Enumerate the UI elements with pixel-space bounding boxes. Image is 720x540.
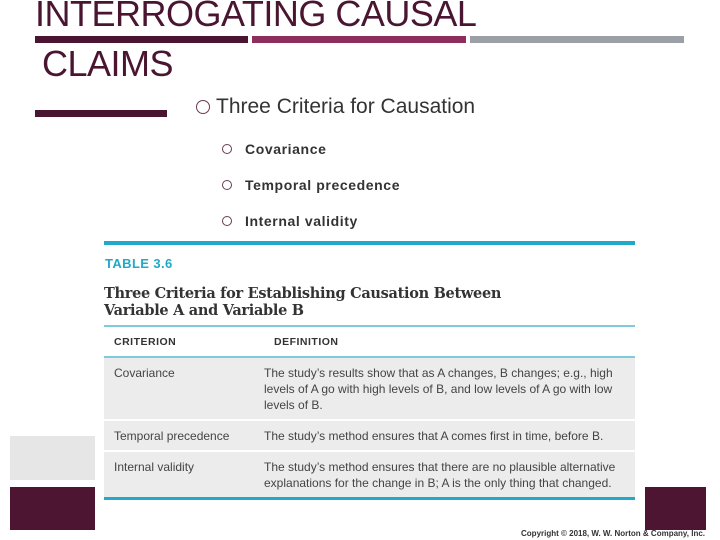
cell-criterion: Internal validity [114,460,195,474]
cell-criterion: Temporal precedence [114,429,230,443]
sub-bullet-text: Temporal precedence [245,177,401,193]
decorative-gray-block [10,436,95,480]
sub-bullet: Internal validity [222,213,358,229]
table-row: Covariance The study’s results show that… [104,358,635,419]
title-underline-gray [470,36,684,43]
sub-bullet-text: Covariance [245,141,327,157]
circle-bullet-icon [196,100,210,114]
sub-bullet-text: Internal validity [245,213,358,229]
main-bullet-text: Three Criteria for Causation [216,95,476,118]
decorative-plum-block-left [10,487,95,530]
slide-title-line-2: CLAIMS [42,43,174,84]
slide-title-line-1: INTERROGATING CAUSAL [35,0,477,34]
cell-definition: The study’s results show that as A chang… [264,366,613,412]
title-underline-plum [35,36,248,43]
copyright-notice: Copyright © 2018, W. W. Norton & Company… [521,529,705,538]
sub-bullet: Temporal precedence [222,177,400,193]
header-definition: DEFINITION [274,335,339,348]
table-image: TABLE 3.6 Three Criteria for Establishin… [104,241,635,500]
circle-bullet-icon [222,180,232,190]
table-bottom-rule [104,497,635,500]
cell-criterion: Covariance [114,366,175,380]
cell-definition: The study’s method ensures that there ar… [264,460,616,490]
header-criterion: CRITERION [114,335,177,348]
table-caption-line-2: Variable A and Variable B [104,302,304,319]
cell-definition: The study’s method ensures that A comes … [264,429,604,443]
table-label: TABLE 3.6 [105,256,173,271]
title-underline-magenta [252,36,466,43]
table-caption-line-1: Three Criteria for Establishing Causatio… [104,285,502,302]
table-header: CRITERION DEFINITION [104,327,635,356]
accent-bar [35,110,167,117]
sub-bullet: Covariance [222,141,326,157]
circle-bullet-icon [222,216,232,226]
table-top-rule [104,241,635,245]
decorative-plum-block-right [645,487,706,530]
main-bullet: Three Criteria for Causation [196,95,475,119]
table-caption: Three Criteria for Establishing Causatio… [104,285,635,319]
circle-bullet-icon [222,144,232,154]
table-row: Internal validity The study’s method ens… [104,450,635,497]
table-row: Temporal precedence The study’s method e… [104,419,635,450]
